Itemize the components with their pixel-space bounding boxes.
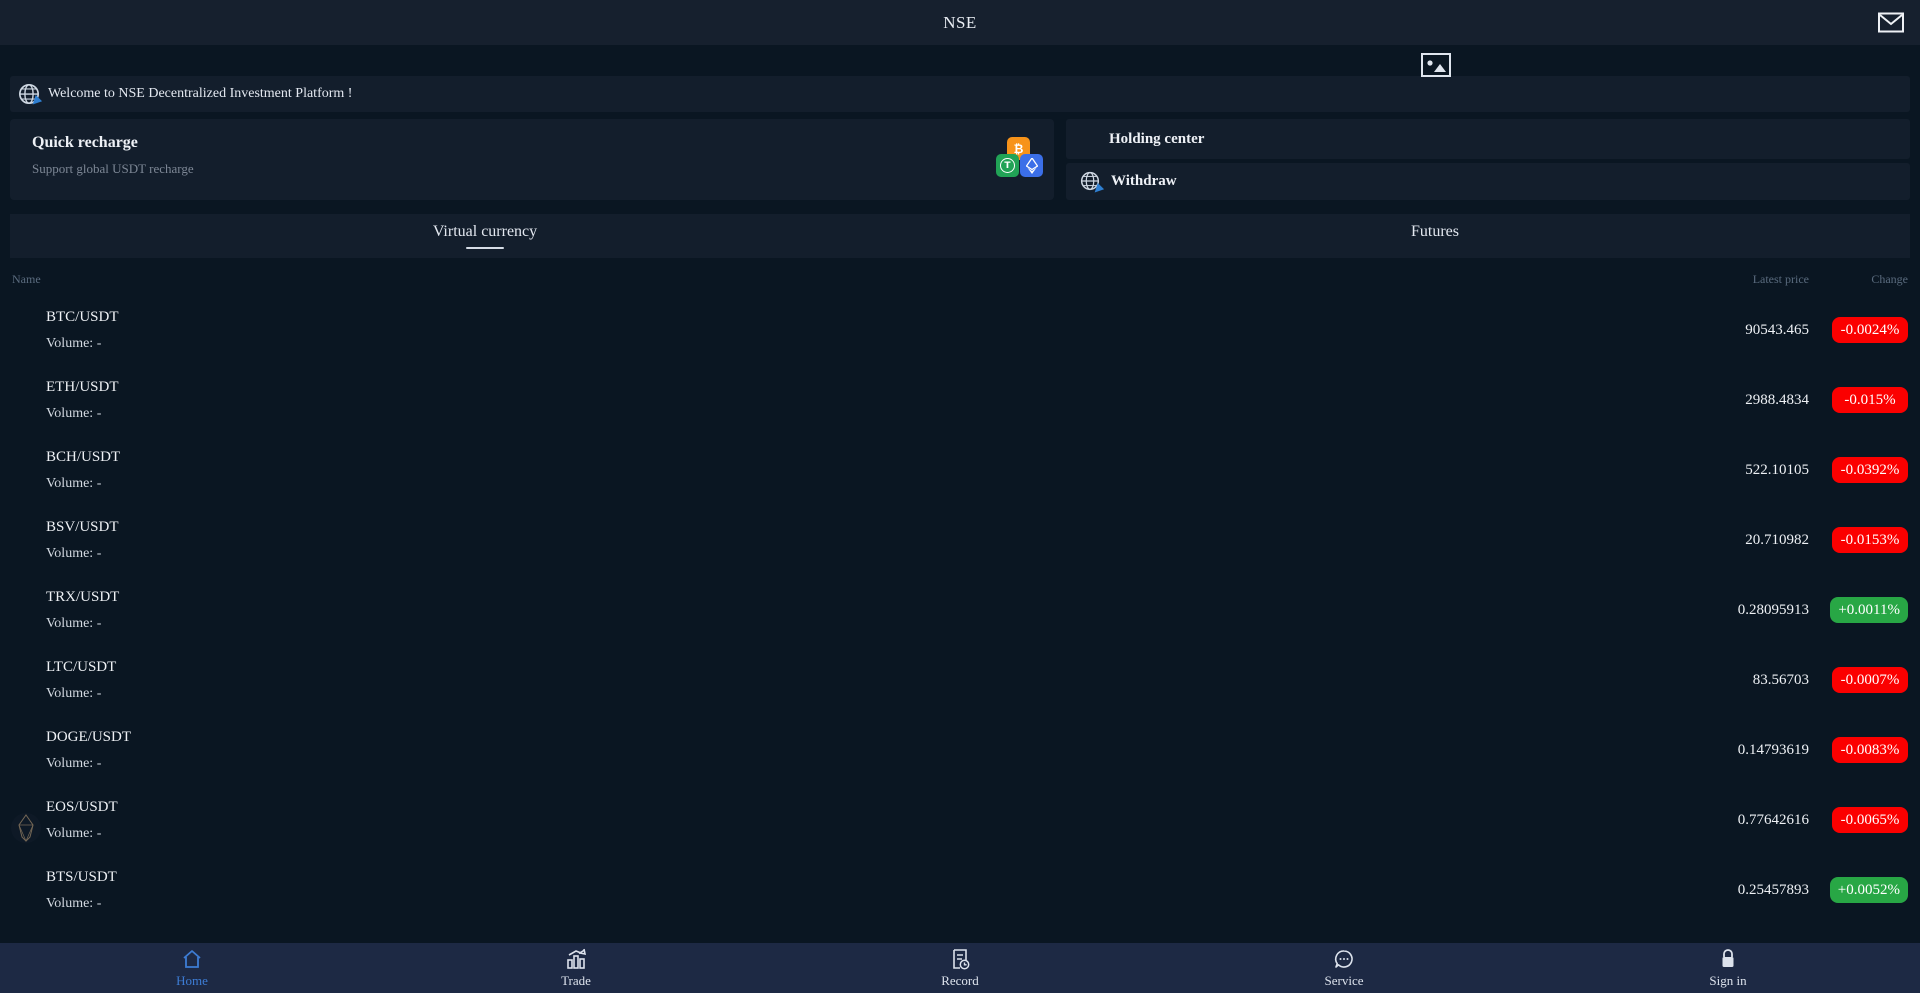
coin-cluster: ₿ T bbox=[996, 137, 1043, 179]
nav-label: Home bbox=[176, 973, 208, 988]
quick-recharge-title: Quick recharge bbox=[32, 134, 138, 151]
change-badge[interactable]: +0.0052% bbox=[1829, 877, 1908, 903]
holding-center-button[interactable]: Holding center bbox=[1066, 119, 1910, 159]
pair-symbol: BSV/USDT bbox=[46, 518, 119, 535]
broken-image-icon bbox=[1421, 53, 1451, 77]
pair-symbol: ETH/USDT bbox=[46, 378, 119, 395]
pair-volume: Volume: - bbox=[46, 335, 102, 351]
nav-label: Trade bbox=[561, 973, 591, 988]
pair-symbol: BTS/USDT bbox=[46, 868, 117, 885]
withdraw-button[interactable]: Withdraw bbox=[1066, 163, 1910, 200]
change-badge[interactable]: +0.0011% bbox=[1830, 597, 1908, 623]
globe-icon bbox=[18, 83, 44, 107]
market-row-btc[interactable]: BTC/USDT Volume: - 90543.465 -0.0024% bbox=[0, 295, 1920, 365]
pair-volume: Volume: - bbox=[46, 405, 102, 421]
active-tab-underline bbox=[466, 247, 504, 249]
pair-symbol: BCH/USDT bbox=[46, 448, 121, 465]
bottom-nav: Home Trade Record Service Sign in bbox=[0, 943, 1920, 993]
change-badge[interactable]: -0.015% bbox=[1832, 387, 1908, 413]
latest-price: 83.56703 bbox=[1752, 671, 1809, 688]
holding-center-label: Holding center bbox=[1109, 130, 1205, 147]
market-row-bts[interactable]: BTS/USDT Volume: - 0.25457893 +0.0052% bbox=[0, 855, 1920, 925]
market-row-trx[interactable]: TRX/USDT Volume: - 0.28095913 +0.0011% bbox=[0, 575, 1920, 645]
market-row-eth[interactable]: ETH/USDT Volume: - 2988.4834 -0.015% bbox=[0, 365, 1920, 435]
tab-label: Virtual currency bbox=[432, 223, 538, 240]
quick-recharge-subtitle: Support global USDT recharge bbox=[32, 161, 194, 176]
change-badge[interactable]: -0.0065% bbox=[1832, 807, 1908, 833]
pair-volume: Volume: - bbox=[46, 685, 102, 701]
ethereum-icon bbox=[1020, 154, 1043, 177]
latest-price: 0.77642616 bbox=[1737, 811, 1809, 828]
market-tabs: Virtual currency Futures bbox=[10, 214, 1910, 258]
market-row-eos[interactable]: EOS/USDT Volume: - 0.77642616 -0.0065% bbox=[0, 785, 1920, 855]
pair-volume: Volume: - bbox=[46, 545, 102, 561]
change-badge[interactable]: -0.0024% bbox=[1832, 317, 1908, 343]
tether-icon: T bbox=[996, 154, 1019, 177]
mail-icon[interactable] bbox=[1878, 12, 1904, 33]
nav-label: Service bbox=[1324, 973, 1364, 988]
pair-symbol: BTC/USDT bbox=[46, 308, 119, 325]
withdraw-label: Withdraw bbox=[1111, 173, 1177, 189]
market-row-bsv[interactable]: BSV/USDT Volume: - 20.710982 -0.0153% bbox=[0, 505, 1920, 575]
change-badge[interactable]: -0.0083% bbox=[1832, 737, 1908, 763]
notice-text: Welcome to NSE Decentralized Investment … bbox=[48, 86, 353, 101]
cards-row: Quick recharge Support global USDT recha… bbox=[10, 119, 1910, 200]
market-list: Name Latest price Change BTC/USDT Volume… bbox=[0, 258, 1920, 925]
nav-label: Record bbox=[941, 973, 979, 988]
nav-trade[interactable]: Trade bbox=[384, 943, 768, 993]
nav-service[interactable]: Service bbox=[1152, 943, 1536, 993]
latest-price: 0.28095913 bbox=[1737, 601, 1809, 618]
latest-price: 0.14793619 bbox=[1737, 741, 1809, 758]
latest-price: 522.10105 bbox=[1745, 461, 1809, 478]
table-header: Name Latest price Change bbox=[0, 258, 1920, 295]
app-title: NSE bbox=[943, 12, 977, 32]
pair-symbol: EOS/USDT bbox=[46, 798, 118, 815]
change-badge[interactable]: -0.0007% bbox=[1832, 667, 1908, 693]
pair-volume: Volume: - bbox=[46, 475, 102, 491]
header-latest-price: Latest price bbox=[1752, 272, 1809, 286]
quick-recharge-card[interactable]: Quick recharge Support global USDT recha… bbox=[10, 119, 1054, 200]
market-row-doge[interactable]: DOGE/USDT Volume: - 0.14793619 -0.0083% bbox=[0, 715, 1920, 785]
header-name: Name bbox=[12, 272, 41, 286]
notice-banner: Welcome to NSE Decentralized Investment … bbox=[10, 76, 1910, 112]
tab-virtual-currency[interactable]: Virtual currency bbox=[10, 214, 960, 258]
change-badge[interactable]: -0.0392% bbox=[1832, 457, 1908, 483]
eos-logo-icon bbox=[11, 811, 41, 845]
pair-symbol: LTC/USDT bbox=[46, 658, 117, 675]
pair-volume: Volume: - bbox=[46, 825, 102, 841]
trade-icon bbox=[564, 947, 588, 971]
market-row-bch[interactable]: BCH/USDT Volume: - 522.10105 -0.0392% bbox=[0, 435, 1920, 505]
tab-label: Futures bbox=[1411, 223, 1459, 240]
pair-volume: Volume: - bbox=[46, 615, 102, 631]
latest-price: 20.710982 bbox=[1745, 531, 1809, 548]
top-bar: NSE bbox=[0, 0, 1920, 45]
home-icon bbox=[180, 947, 204, 971]
service-icon bbox=[1332, 947, 1356, 971]
header-change: Change bbox=[1871, 272, 1908, 286]
record-icon bbox=[948, 947, 972, 971]
latest-price: 0.25457893 bbox=[1737, 881, 1809, 898]
pair-volume: Volume: - bbox=[46, 895, 102, 911]
nav-sign-in[interactable]: Sign in bbox=[1536, 943, 1920, 993]
latest-price: 90543.465 bbox=[1745, 321, 1809, 338]
globe-icon bbox=[1080, 171, 1106, 195]
nav-label: Sign in bbox=[1709, 973, 1747, 988]
pair-symbol: TRX/USDT bbox=[46, 588, 120, 605]
lock-icon bbox=[1716, 947, 1740, 971]
pair-volume: Volume: - bbox=[46, 755, 102, 771]
latest-price: 2988.4834 bbox=[1745, 391, 1809, 408]
change-badge[interactable]: -0.0153% bbox=[1832, 527, 1908, 553]
tab-futures[interactable]: Futures bbox=[960, 214, 1910, 258]
pair-symbol: DOGE/USDT bbox=[46, 728, 131, 745]
market-row-ltc[interactable]: LTC/USDT Volume: - 83.56703 -0.0007% bbox=[0, 645, 1920, 715]
nav-record[interactable]: Record bbox=[768, 943, 1152, 993]
nav-home[interactable]: Home bbox=[0, 943, 384, 993]
actions-column: Holding center Withdraw bbox=[1066, 119, 1910, 200]
